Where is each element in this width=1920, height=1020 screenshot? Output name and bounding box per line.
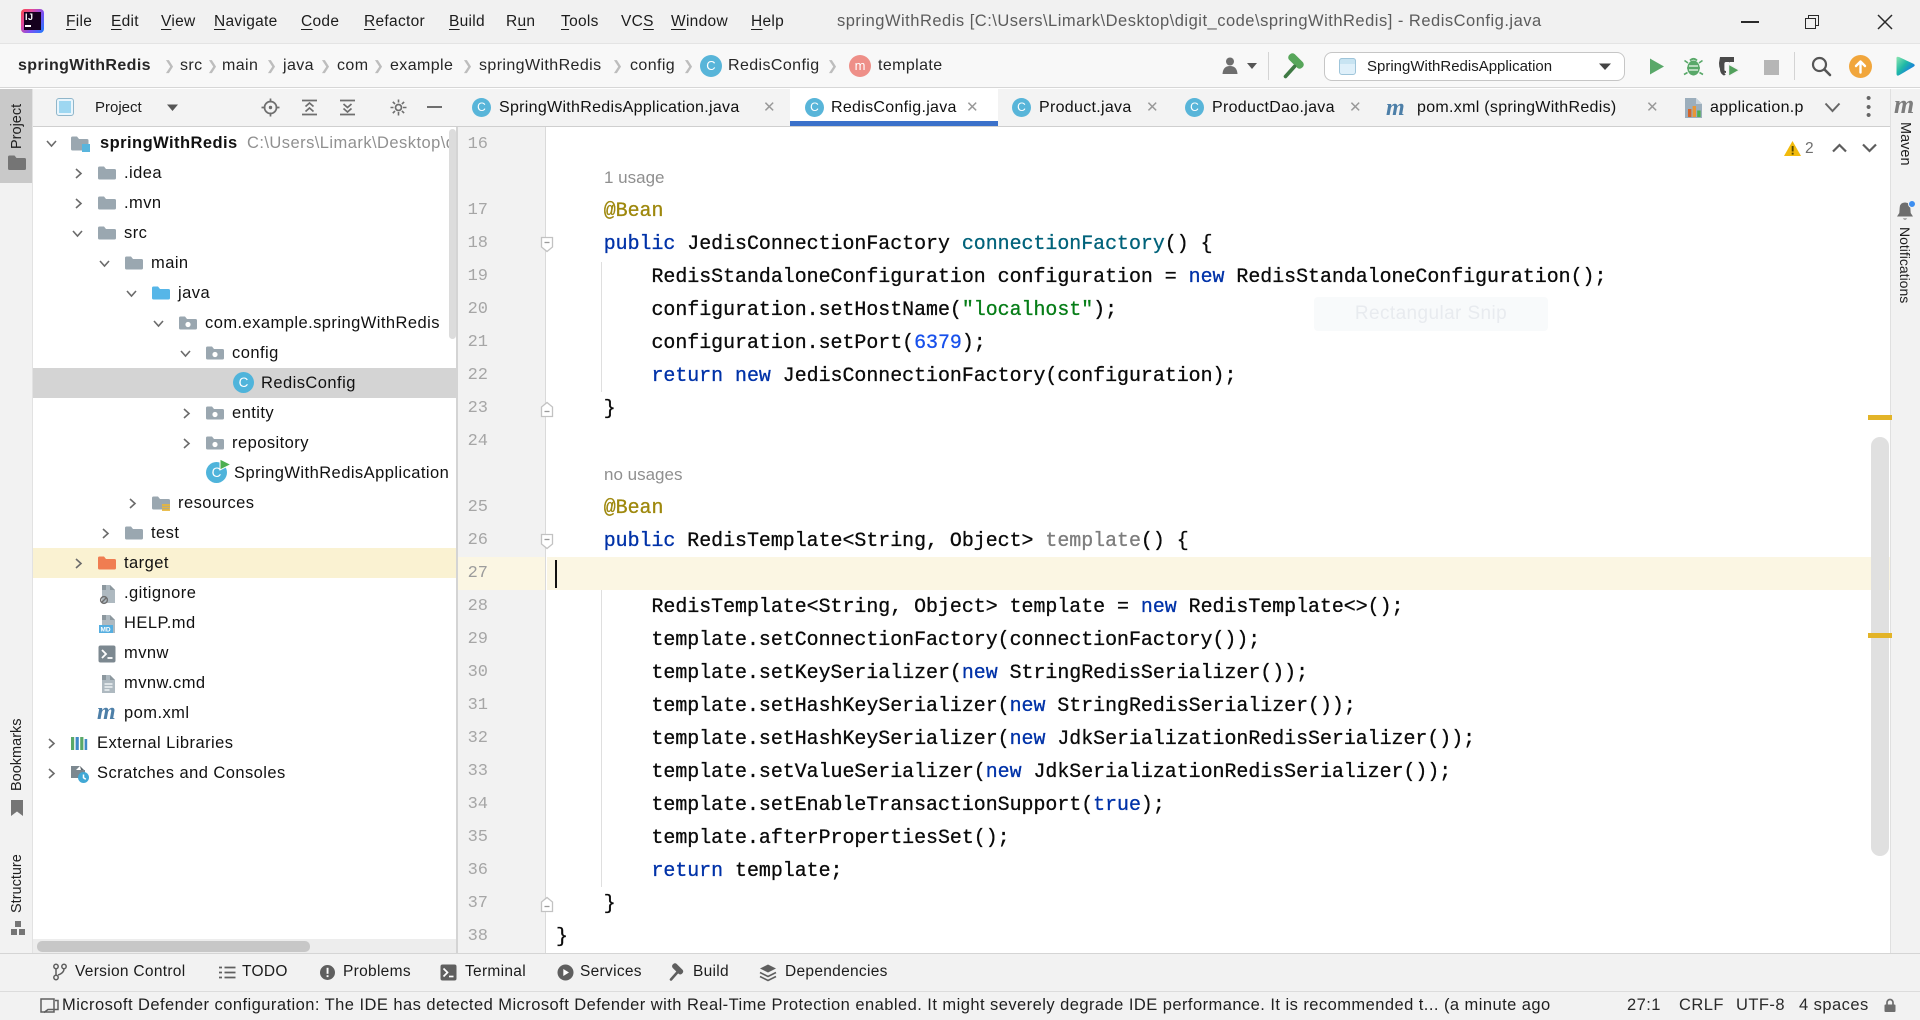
svg-text:MD: MD: [101, 627, 111, 634]
